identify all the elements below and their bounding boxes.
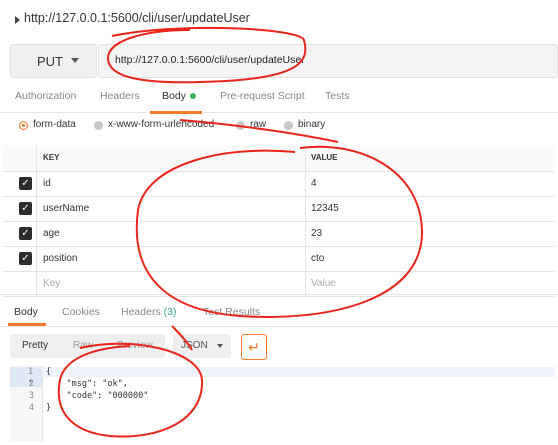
params-table: KEY VALUE ✓ id 4 ✓ userName 12345 ✓ age …: [3, 145, 555, 297]
value-cell[interactable]: 23: [305, 222, 555, 246]
key-text: age: [43, 228, 60, 239]
value-placeholder: Value: [311, 278, 336, 289]
method-select[interactable]: PUT: [10, 44, 97, 78]
line-number: 2: [28, 379, 34, 389]
key-text: id: [43, 178, 51, 189]
checkbox-checked-icon[interactable]: ✓: [19, 177, 32, 190]
key-cell[interactable]: id: [36, 172, 306, 196]
key-text: userName: [43, 203, 90, 214]
body-type-options: form-data x-www-form-urlencoded raw bina…: [0, 116, 558, 140]
line-number: 3: [28, 391, 34, 401]
response-body-editor[interactable]: 1 ▾ 2 3 4 { "msg": "ok", "code": "000000…: [10, 366, 555, 442]
radio-x-www-form-urlencoded[interactable]: [94, 121, 103, 130]
tab-body[interactable]: Body: [162, 90, 196, 102]
response-tab-headers[interactable]: Headers (3): [121, 306, 176, 318]
view-raw-button[interactable]: Raw: [73, 334, 93, 358]
active-tab-indicator: [150, 111, 202, 114]
url-value: http://127.0.0.1:5600/cli/user/updateUse…: [115, 54, 305, 66]
value-text: cto: [311, 253, 325, 264]
key-header-cell: KEY: [36, 145, 306, 171]
value-text: 4: [311, 178, 317, 189]
modified-dot-icon: [189, 93, 196, 100]
format-select[interactable]: JSON: [173, 334, 231, 358]
response-tab-test-results[interactable]: Test Results: [203, 306, 260, 318]
url-input[interactable]: http://127.0.0.1:5600/cli/user/updateUse…: [98, 44, 558, 78]
format-label: JSON: [181, 340, 208, 351]
response-toolbar: Pretty Raw Preview JSON ↵: [10, 334, 555, 360]
request-title-row[interactable]: http://127.0.0.1:5600/cli/user/updateUse…: [0, 0, 558, 42]
response-active-tab-indicator: [8, 323, 46, 326]
radio-label-binary[interactable]: binary: [298, 119, 325, 130]
code-line: "msg": "ok",: [46, 379, 128, 389]
checkbox-checked-icon[interactable]: ✓: [19, 202, 32, 215]
checkbox-checked-icon[interactable]: ✓: [19, 227, 32, 240]
radio-binary[interactable]: [284, 121, 293, 130]
checkbox-checked-icon[interactable]: ✓: [19, 252, 32, 265]
tab-body-label: Body: [162, 90, 186, 102]
radio-label-form-data[interactable]: form-data: [33, 119, 76, 130]
tab-pre-request-script[interactable]: Pre-request Script: [220, 90, 305, 102]
code-line: }: [46, 403, 52, 413]
key-cell[interactable]: position: [36, 247, 306, 271]
key-cell[interactable]: userName: [36, 197, 306, 221]
value-cell[interactable]: 12345: [305, 197, 555, 221]
tab-authorization[interactable]: Authorization: [15, 90, 76, 102]
value-cell[interactable]: 4: [305, 172, 555, 196]
wrap-lines-icon[interactable]: ↵: [241, 334, 267, 360]
key-header: KEY: [43, 153, 60, 162]
view-preview-button[interactable]: Preview: [117, 334, 153, 358]
radio-label-x-www-form-urlencoded[interactable]: x-www-form-urlencoded: [108, 119, 214, 130]
headers-count-badge: (3): [163, 306, 177, 318]
key-text: position: [43, 253, 78, 264]
view-mode-group: Pretty Raw Preview: [10, 334, 165, 358]
radio-raw[interactable]: [236, 121, 245, 130]
request-title: http://127.0.0.1:5600/cli/user/updateUse…: [24, 11, 250, 25]
chevron-down-icon: [71, 58, 79, 63]
view-pretty-button[interactable]: Pretty: [22, 334, 48, 358]
key-input[interactable]: Key: [36, 272, 306, 296]
caret-right-icon[interactable]: [15, 16, 20, 24]
response-divider: [0, 294, 558, 295]
value-header-cell: VALUE: [305, 145, 555, 171]
key-cell[interactable]: age: [36, 222, 306, 246]
code-line: {: [46, 367, 52, 377]
response-tab-headers-label: Headers: [121, 306, 161, 318]
radio-form-data[interactable]: [19, 121, 28, 130]
line-number: 4: [28, 403, 34, 413]
key-placeholder: Key: [43, 278, 61, 289]
tab-tests[interactable]: Tests: [325, 90, 350, 102]
chevron-down-icon: [217, 344, 223, 348]
response-tab-body[interactable]: Body: [14, 306, 38, 318]
table-row: ✓ userName 12345: [3, 197, 555, 222]
value-header: VALUE: [311, 153, 338, 162]
active-line-highlight: [42, 367, 555, 377]
table-row: ✓ position cto: [3, 247, 555, 272]
table-row: ✓ age 23: [3, 222, 555, 247]
response-tab-cookies[interactable]: Cookies: [62, 306, 100, 318]
value-cell[interactable]: cto: [305, 247, 555, 271]
value-text: 12345: [311, 203, 339, 214]
table-header-row: KEY VALUE: [3, 145, 555, 172]
value-text: 23: [311, 228, 323, 239]
table-row: ✓ id 4: [3, 172, 555, 197]
tab-headers[interactable]: Headers: [100, 90, 140, 102]
method-label: PUT: [37, 54, 63, 69]
response-tabs: Body Cookies Headers (3) Test Results: [0, 298, 558, 327]
line-number-gutter: 1 ▾ 2 3 4: [10, 366, 43, 442]
request-tabs: Authorization Headers Body Pre-request S…: [0, 80, 558, 113]
radio-label-raw[interactable]: raw: [250, 119, 266, 130]
value-input[interactable]: Value: [305, 272, 555, 296]
code-line: "code": "000000": [46, 391, 149, 401]
